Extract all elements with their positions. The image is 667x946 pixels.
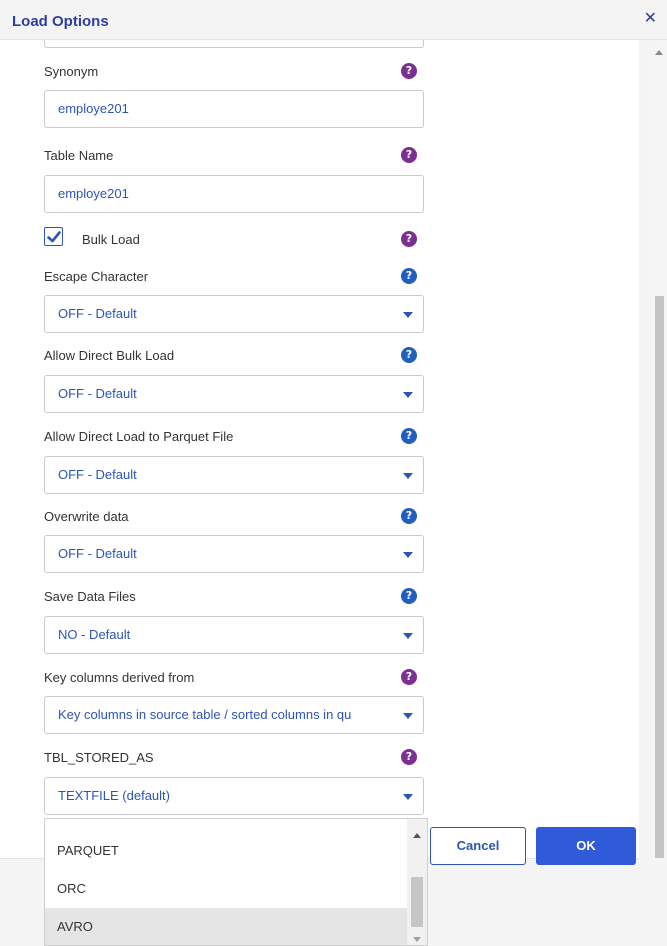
scrollbar-thumb[interactable]: [655, 296, 664, 858]
key-columns-value: Key columns in source table / sorted col…: [58, 707, 352, 722]
allow-direct-load-parquet-select[interactable]: OFF - Default: [44, 456, 424, 494]
dropdown-scrollbar-thumb[interactable]: [411, 877, 423, 927]
synonym-label: Synonym: [44, 64, 99, 79]
dialog-title: Load Options: [12, 13, 109, 30]
allow-direct-bulk-load-help-icon[interactable]: ?: [401, 347, 417, 363]
bulk-load-help-icon[interactable]: ?: [401, 231, 417, 247]
tbl-stored-as-dropdown-list: PARQUET ORC AVRO: [44, 818, 428, 946]
dropdown-option-orc[interactable]: ORC: [45, 870, 407, 908]
tbl-stored-as-help-icon[interactable]: ?: [401, 749, 417, 765]
save-data-files-value: NO - Default: [58, 627, 131, 642]
allow-direct-load-parquet-label: Allow Direct Load to Parquet File: [44, 429, 234, 444]
table-name-input[interactable]: employe201: [44, 175, 424, 213]
options-form: Synonym ? employe201 Table Name ? employ…: [8, 40, 638, 858]
key-columns-label: Key columns derived from: [44, 670, 195, 685]
dialog-scrollbar[interactable]: [652, 44, 667, 864]
table-name-help-icon[interactable]: ?: [401, 147, 417, 163]
tbl-stored-as-label: TBL_STORED_AS: [44, 750, 154, 765]
close-icon[interactable]: ✕: [644, 11, 657, 27]
allow-direct-bulk-load-label: Allow Direct Bulk Load: [44, 348, 175, 363]
table-name-label: Table Name: [44, 148, 114, 163]
dropdown-scrollbar[interactable]: [407, 819, 427, 945]
escape-character-label: Escape Character: [44, 269, 149, 284]
overwrite-data-select[interactable]: OFF - Default: [44, 535, 424, 573]
tbl-stored-as-select[interactable]: TEXTFILE (default): [44, 777, 424, 815]
scroll-down-arrow-icon[interactable]: [413, 937, 421, 942]
overwrite-data-label: Overwrite data: [44, 509, 129, 524]
ok-button[interactable]: OK: [536, 827, 636, 865]
escape-character-help-icon[interactable]: ?: [401, 268, 417, 284]
key-columns-help-icon[interactable]: ?: [401, 669, 417, 685]
scroll-up-arrow-icon[interactable]: [413, 833, 421, 838]
escape-character-select[interactable]: OFF - Default: [44, 295, 424, 333]
save-data-files-label: Save Data Files: [44, 589, 136, 604]
overwrite-data-value: OFF - Default: [58, 546, 137, 561]
dropdown-option-avro[interactable]: AVRO: [45, 908, 407, 945]
chevron-down-icon: [403, 794, 413, 800]
tbl-stored-as-value: TEXTFILE (default): [58, 788, 170, 803]
cancel-button[interactable]: Cancel: [430, 827, 526, 865]
allow-direct-bulk-load-value: OFF - Default: [58, 386, 137, 401]
chevron-down-icon: [403, 473, 413, 479]
scrolled-off-input[interactable]: [44, 40, 424, 48]
scroll-up-arrow-icon[interactable]: [655, 50, 663, 55]
synonym-help-icon[interactable]: ?: [401, 63, 417, 79]
dialog-titlebar: Load Options ✕: [0, 0, 667, 40]
escape-character-value: OFF - Default: [58, 306, 137, 321]
chevron-down-icon: [403, 392, 413, 398]
save-data-files-help-icon[interactable]: ?: [401, 588, 417, 604]
chevron-down-icon: [403, 633, 413, 639]
checkmark-icon: [47, 231, 61, 243]
allow-direct-load-parquet-value: OFF - Default: [58, 467, 137, 482]
overwrite-data-help-icon[interactable]: ?: [401, 508, 417, 524]
key-columns-select[interactable]: Key columns in source table / sorted col…: [44, 696, 424, 734]
synonym-input[interactable]: employe201: [44, 90, 424, 128]
chevron-down-icon: [403, 312, 413, 318]
chevron-down-icon: [403, 713, 413, 719]
save-data-files-select[interactable]: NO - Default: [44, 616, 424, 654]
allow-direct-bulk-load-select[interactable]: OFF - Default: [44, 375, 424, 413]
chevron-down-icon: [403, 552, 413, 558]
allow-direct-load-parquet-help-icon[interactable]: ?: [401, 428, 417, 444]
dropdown-option-parquet[interactable]: PARQUET: [45, 832, 407, 870]
bulk-load-label: Bulk Load: [82, 232, 140, 247]
bulk-load-checkbox[interactable]: [44, 227, 63, 246]
